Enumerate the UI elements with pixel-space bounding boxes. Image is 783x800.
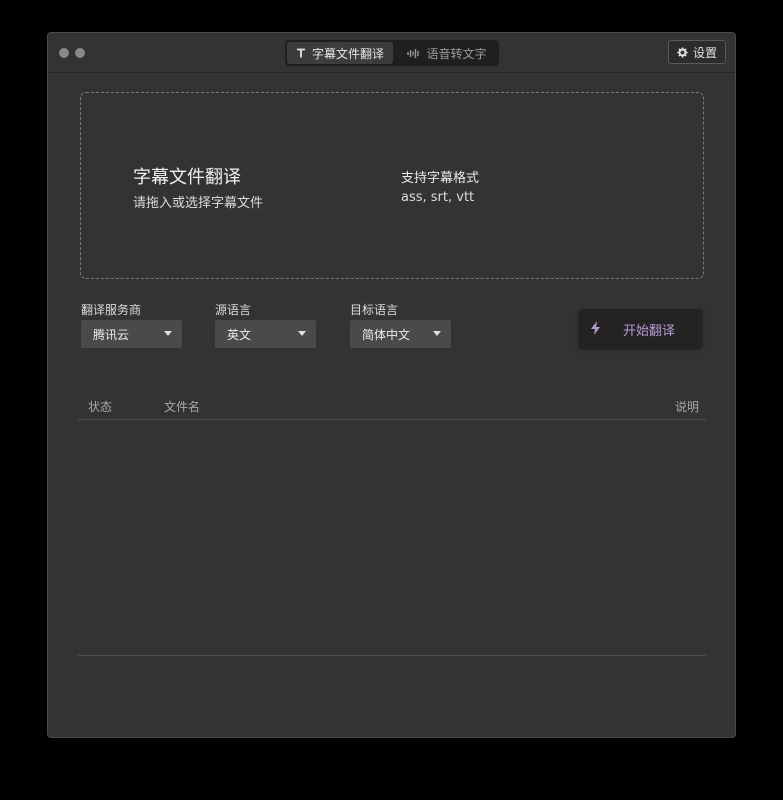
- chevron-down-icon: [298, 331, 306, 336]
- supported-formats-list: ass, srt, vtt: [401, 190, 475, 205]
- bolt-icon: [590, 321, 602, 339]
- column-header-status: 状态: [88, 400, 113, 414]
- target-language-label: 目标语言: [350, 303, 399, 317]
- tab-label: 字幕文件翻译: [311, 46, 384, 61]
- table-bottom-divider: [78, 655, 706, 656]
- drop-zone-subtitle: 请拖入或选择字幕文件: [133, 196, 264, 211]
- settings-button[interactable]: 设置: [668, 40, 726, 64]
- window-close-button[interactable]: [59, 48, 69, 58]
- window-minimize-button[interactable]: [75, 48, 85, 58]
- file-drop-zone[interactable]: 字幕文件翻译 请拖入或选择字幕文件 支持字幕格式 ass, srt, vtt: [80, 92, 704, 279]
- table-header-divider: [78, 419, 706, 420]
- settings-label: 设置: [692, 45, 717, 60]
- text-icon: [296, 48, 306, 58]
- source-language-label: 源语言: [215, 303, 252, 317]
- gear-icon: [677, 46, 688, 58]
- source-language-select[interactable]: 英文: [215, 320, 316, 348]
- provider-label: 翻译服务商: [81, 303, 142, 317]
- column-header-note: 说明: [675, 400, 700, 414]
- chevron-down-icon: [164, 331, 172, 336]
- tab-label: 语音转文字: [426, 46, 487, 61]
- mode-tab-group: 字幕文件翻译 语音转文字: [285, 40, 499, 66]
- waveform-icon: [407, 48, 420, 59]
- chevron-down-icon: [433, 331, 441, 336]
- start-translate-button[interactable]: 开始翻译: [579, 309, 702, 348]
- start-translate-label: 开始翻译: [623, 324, 676, 339]
- title-bar: 字幕文件翻译 语音转文字 设置: [48, 33, 735, 73]
- provider-value: 腾讯云: [93, 327, 130, 342]
- supported-formats-title: 支持字幕格式: [401, 171, 480, 186]
- target-language-select[interactable]: 简体中文: [350, 320, 451, 348]
- drop-zone-title: 字幕文件翻译: [133, 167, 241, 188]
- tab-speech-to-text[interactable]: 语音转文字: [397, 42, 497, 64]
- tab-subtitle-translate[interactable]: 字幕文件翻译: [287, 42, 393, 64]
- column-header-filename: 文件名: [164, 400, 201, 414]
- source-language-value: 英文: [227, 327, 252, 342]
- provider-select[interactable]: 腾讯云: [81, 320, 182, 348]
- app-window: 字幕文件翻译 语音转文字 设置 字幕文件翻译 请拖入或选择字幕文件 支持字幕格式…: [47, 32, 736, 738]
- target-language-value: 简体中文: [362, 327, 411, 342]
